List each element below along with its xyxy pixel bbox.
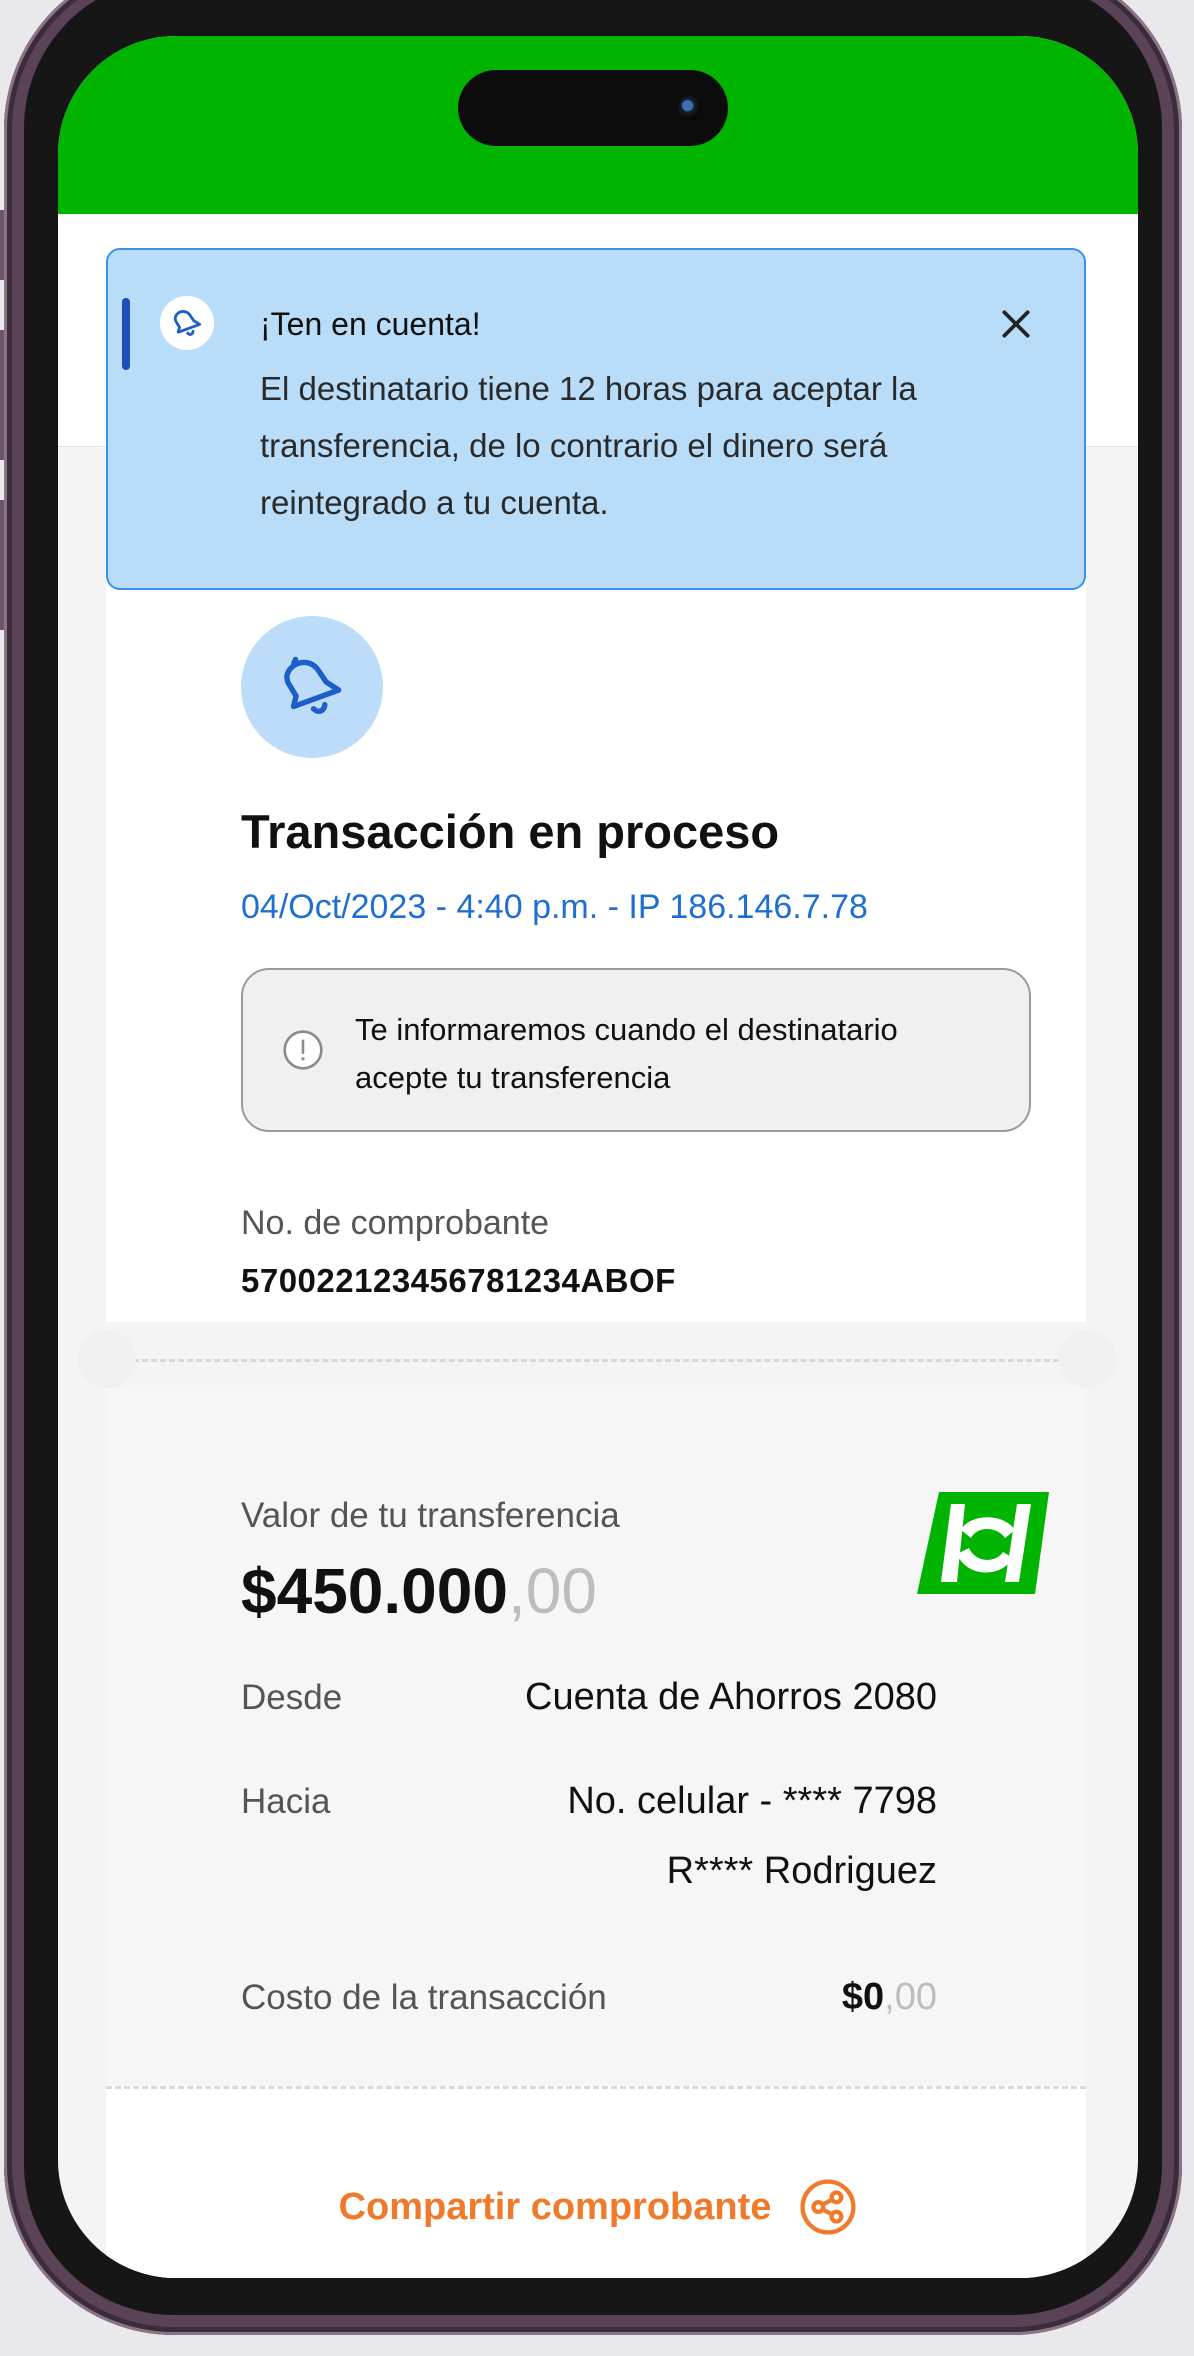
alert-circle-icon: [283, 1030, 323, 1070]
info-message: Te informaremos cuando el destinatario a…: [355, 1012, 898, 1095]
phone-screen: ¡Ten en cuenta! El destinatario tiene 12…: [58, 36, 1138, 2278]
ticket-notch-right: [1058, 1330, 1116, 1388]
from-label: Desde: [241, 1678, 343, 1717]
status-bar: [58, 36, 1138, 214]
amount-value: $450.000,00: [241, 1554, 597, 1628]
toast-message: El destinatario tiene 12 horas para acep…: [260, 370, 917, 521]
share-icon: [800, 2179, 856, 2235]
ticket-notch-left: [78, 1330, 136, 1388]
bank-logo-icon: [917, 1492, 1049, 1594]
amount-label: Valor de tu transferencia: [241, 1496, 620, 1535]
footer-divider: [106, 2086, 1086, 2089]
dynamic-island: [458, 70, 728, 146]
cost-value: $0,00: [842, 1976, 937, 2019]
amount-whole: $450.000: [241, 1555, 508, 1627]
cost-label: Costo de la transacción: [241, 1978, 607, 2017]
bell-icon: [160, 296, 214, 350]
toast-accent-bar: [122, 298, 130, 370]
to-value-phone: No. celular - **** 7798: [567, 1780, 937, 1822]
transaction-meta: 04/Oct/2023 - 4:40 p.m. - IP 186.146.7.7…: [241, 888, 868, 926]
receipt-number-value: 570022123456781234ABOF: [241, 1262, 676, 1299]
toast-title: ¡Ten en cuenta!: [260, 306, 481, 342]
to-value-name: R**** Rodriguez: [666, 1850, 937, 1892]
to-label: Hacia: [241, 1782, 331, 1821]
transaction-title: Transacción en proceso: [241, 805, 780, 858]
from-value: Cuenta de Ahorros 2080: [525, 1676, 937, 1718]
info-box: Te informaremos cuando el destinatario a…: [241, 968, 1031, 1132]
receipt-number-label: No. de comprobante: [241, 1204, 550, 1242]
transaction-status-icon: [241, 616, 383, 758]
cost-decimals: ,00: [884, 1976, 937, 2018]
cost-whole: $0: [841, 1976, 885, 2018]
share-receipt-label: Compartir comprobante: [338, 2185, 772, 2228]
amount-decimals: ,00: [507, 1555, 597, 1627]
perforation-divider: [106, 1359, 1086, 1362]
share-receipt-button[interactable]: Compartir comprobante: [58, 2178, 1138, 2236]
info-toast: ¡Ten en cuenta! El destinatario tiene 12…: [106, 248, 1086, 590]
close-icon[interactable]: [996, 304, 1036, 344]
camera-icon: [678, 96, 702, 120]
bell-icon: [284, 656, 342, 714]
